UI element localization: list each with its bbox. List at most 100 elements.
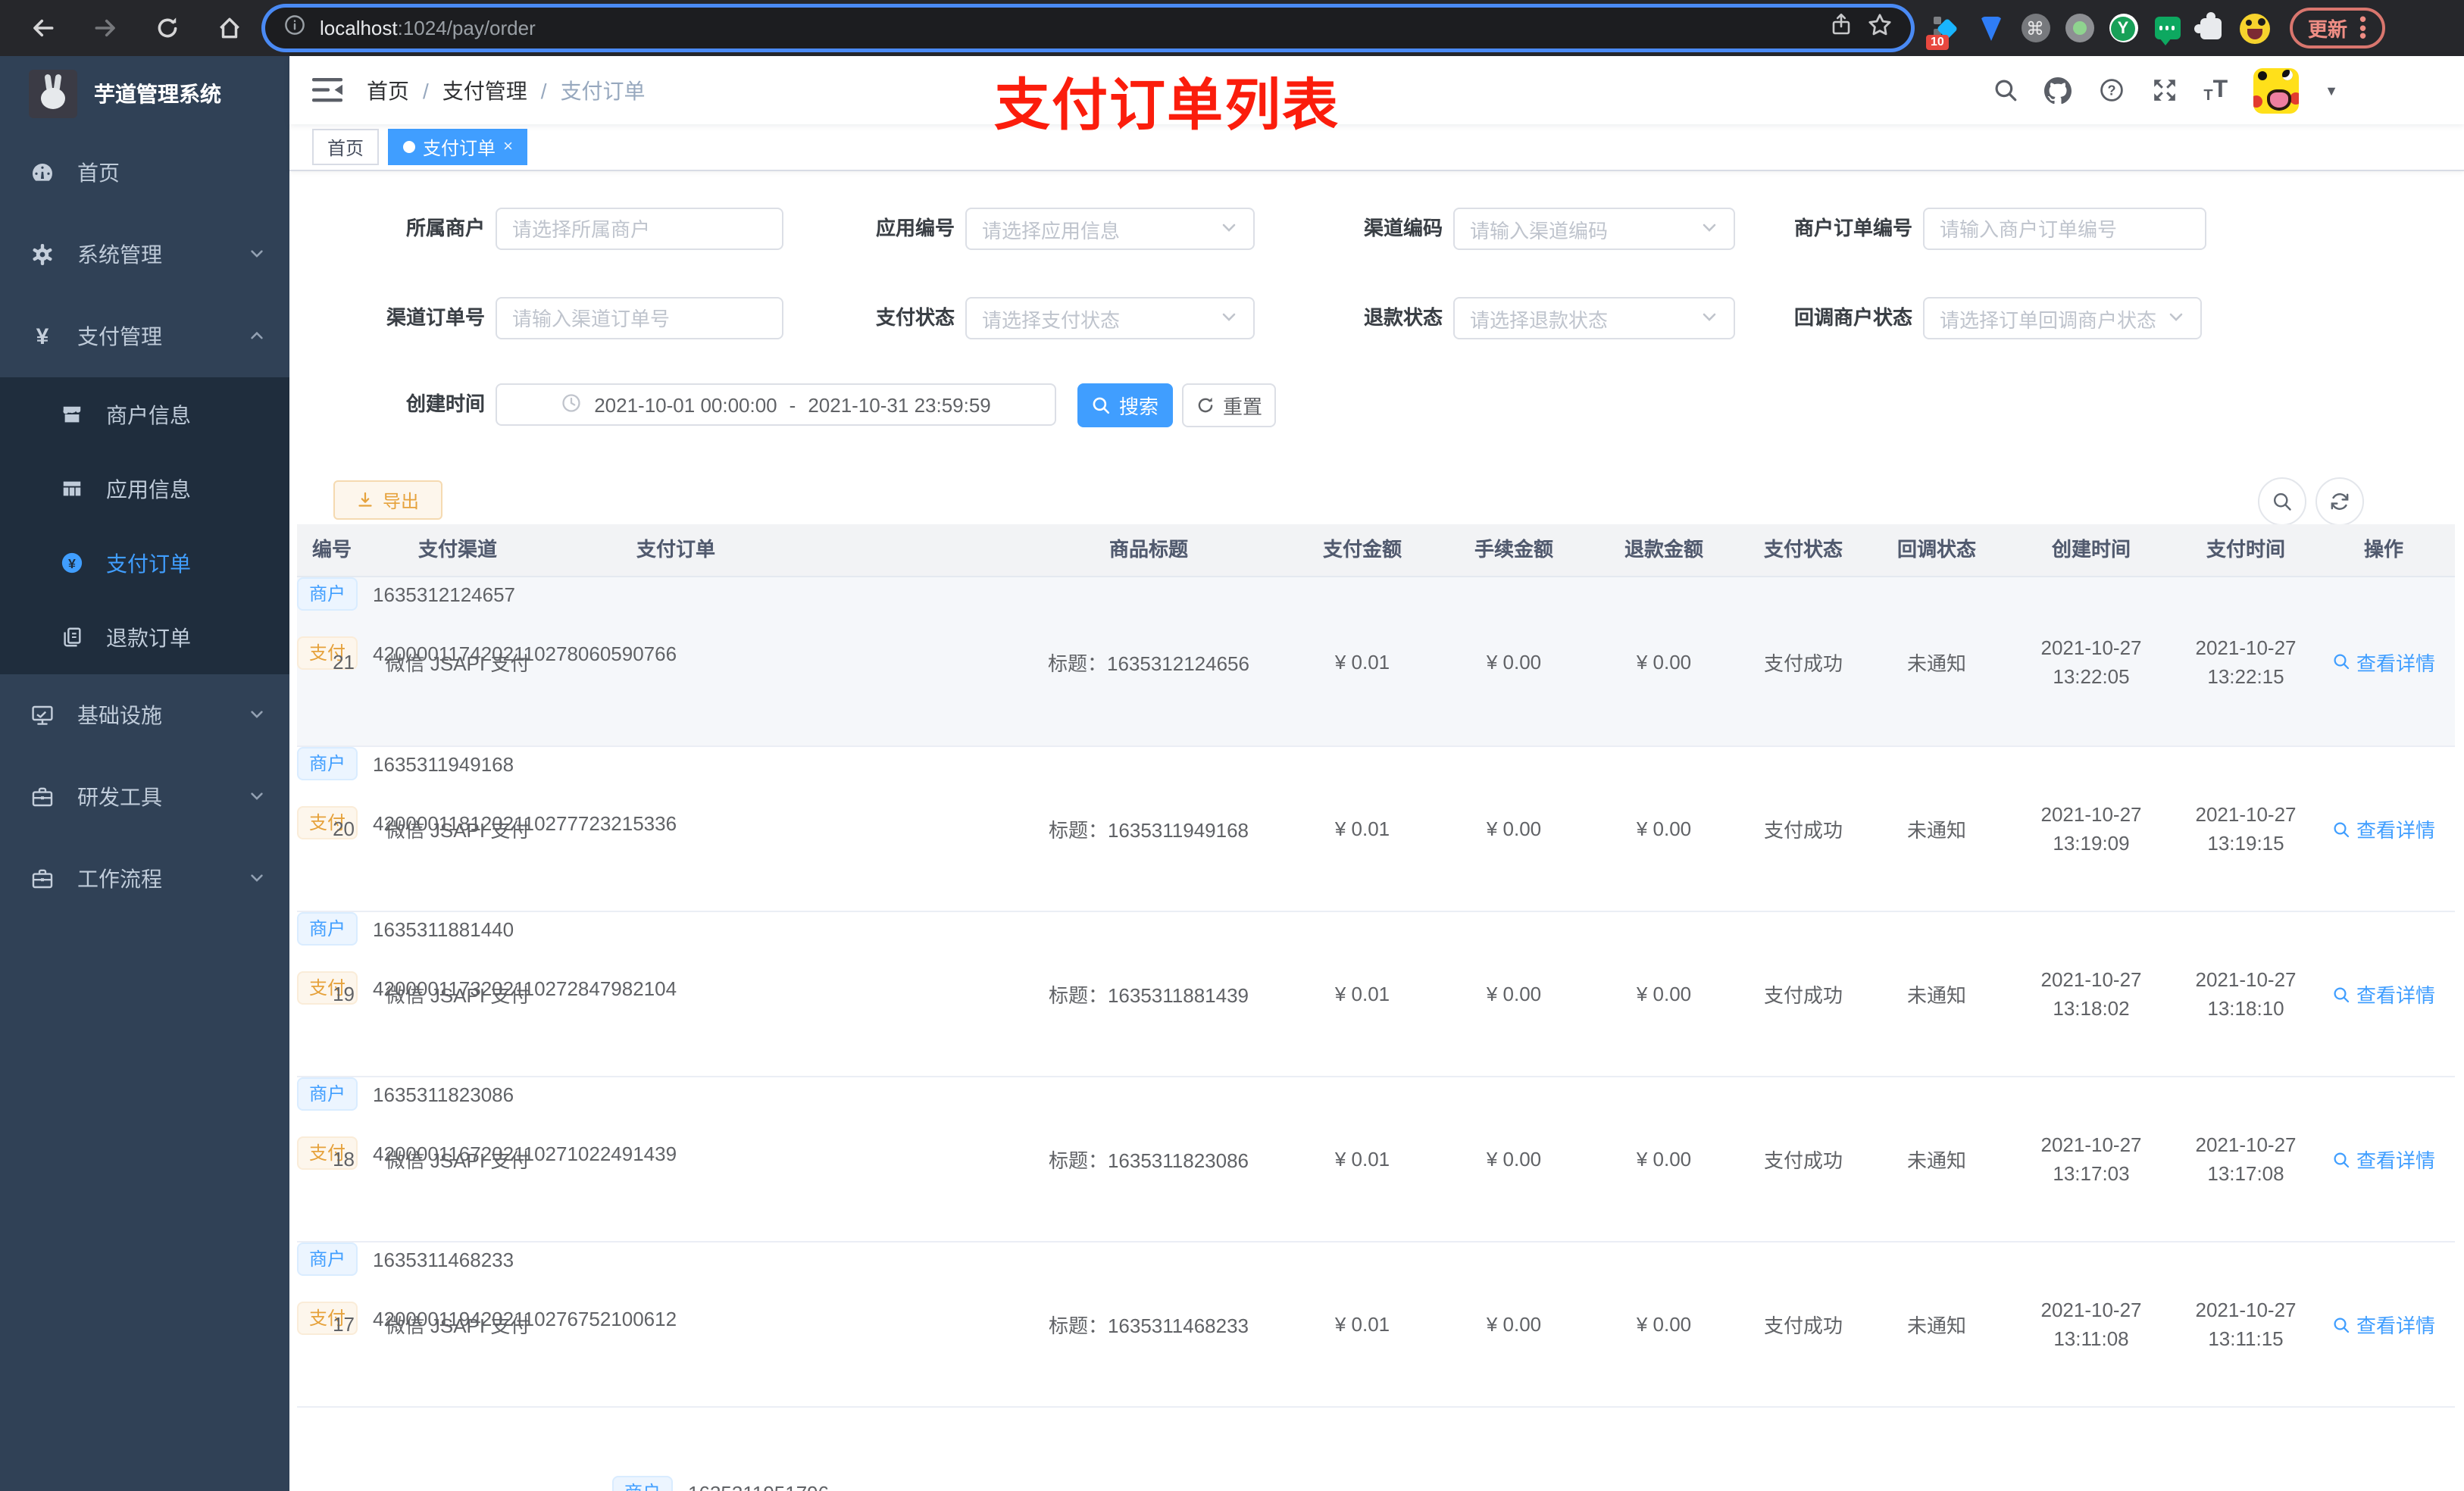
search-button[interactable]: 搜索 xyxy=(1077,383,1173,427)
chevron-up-icon xyxy=(249,324,265,349)
sidebar-item-pay-order[interactable]: ¥ 支付订单 xyxy=(0,526,289,600)
home-icon[interactable] xyxy=(214,13,244,43)
chevron-down-icon xyxy=(249,867,265,891)
table-row[interactable]: 18 微信 JSAPI 支付 商户 1635311823086 支付 42000… xyxy=(297,1077,2455,1242)
active-dot xyxy=(403,141,416,153)
sidebar-item-app-info[interactable]: 应用信息 xyxy=(0,452,289,526)
forward-icon[interactable] xyxy=(89,13,120,43)
extension-emoji-icon[interactable] xyxy=(2240,13,2270,43)
yen-icon: ¥ xyxy=(36,324,49,349)
browser-update-button[interactable]: 更新 • • • xyxy=(2290,8,2385,48)
briefcase-icon xyxy=(30,867,55,891)
app-select[interactable]: 请选择应用信息 xyxy=(965,208,1255,250)
sidebar-item-label: 支付订单 xyxy=(106,551,191,575)
extension-puzzle-icon[interactable] xyxy=(2194,11,2226,43)
export-button[interactable]: 导出 xyxy=(333,480,442,520)
user-avatar[interactable] xyxy=(2253,67,2300,113)
sidebar-item-label: 基础设施 xyxy=(77,703,162,727)
yen-circle-icon: ¥ xyxy=(61,552,83,574)
extension-balloon-icon[interactable] xyxy=(1976,13,2006,43)
magnifier-icon xyxy=(2334,1317,2350,1333)
filter-label: 渠道编码 xyxy=(1363,217,1443,239)
tag-close-icon[interactable]: × xyxy=(503,138,513,156)
documents-icon xyxy=(61,626,83,649)
table-row[interactable]: 21 微信 JSAPI 支付 商户 1635312124657 支付 42000… xyxy=(297,577,2455,747)
pay-channel: 微信 JSAPI 支付 xyxy=(385,1149,530,1172)
url-host: localhost xyxy=(320,17,398,39)
table-row[interactable]: 20 微信 JSAPI 支付 商户 1635311949168 支付 42000… xyxy=(297,747,2455,912)
fullscreen-icon[interactable] xyxy=(2150,77,2178,104)
sidebar-item-label: 首页 xyxy=(77,161,120,185)
back-icon[interactable] xyxy=(27,13,58,43)
app-title: 芋道管理系统 xyxy=(94,82,221,106)
merchant-order-no-input[interactable] xyxy=(1940,217,2190,240)
merchant-order-no: 1635311949168 xyxy=(373,752,514,775)
toggle-search-button[interactable] xyxy=(2258,477,2306,526)
order-id: 18 xyxy=(333,1148,355,1171)
sidebar-item-label: 应用信息 xyxy=(106,477,191,501)
table-row[interactable]: 17 微信 JSAPI 支付 商户 1635311468233 支付 42000… xyxy=(297,1242,2455,1408)
sidebar-item-label: 系统管理 xyxy=(77,242,162,267)
filter-label: 商户订单编号 xyxy=(1793,217,1912,239)
reload-icon[interactable] xyxy=(152,13,182,43)
top-navbar: 首页 / 支付管理 / 支付订单 支付订单列表 ? T T ▼ xyxy=(289,56,2464,136)
table-body: 21 微信 JSAPI 支付 商户 1635312124657 支付 42000… xyxy=(297,577,2455,1408)
reset-button[interactable]: 重置 xyxy=(1182,383,1276,427)
breadcrumb-payment[interactable]: 支付管理 xyxy=(442,75,527,105)
magnifier-icon xyxy=(2334,1152,2350,1167)
date-range-picker[interactable]: 2021-10-01 00:00:00 - 2021-10-31 23:59:5… xyxy=(496,383,1056,426)
merchant-order-no-field[interactable] xyxy=(1923,208,2206,250)
page-content: 所属商户 应用编号 请选择应用信息 渠道编码 请输入渠道编码 商户订单编号 xyxy=(289,171,2464,1491)
sidebar-item-infrastructure[interactable]: 基础设施 xyxy=(0,674,289,756)
refresh-button[interactable] xyxy=(2315,477,2364,526)
gear-icon xyxy=(30,242,55,267)
sidebar-item-workflow[interactable]: 工作流程 xyxy=(0,838,289,920)
extension-record-icon[interactable] xyxy=(2064,13,2094,43)
svg-text:¥: ¥ xyxy=(68,556,76,571)
magnifier-icon xyxy=(2334,654,2350,670)
url-bar[interactable]: localhost:1024/pay/order xyxy=(265,8,1911,48)
breadcrumb-current: 支付订单 xyxy=(560,78,646,102)
extension-command-icon[interactable]: ⌘ xyxy=(2020,13,2050,43)
caret-down-icon[interactable]: ▼ xyxy=(2325,83,2338,98)
extension-kite-icon[interactable]: 10 xyxy=(1926,13,1962,49)
order-id: 21 xyxy=(333,650,355,673)
app-logo xyxy=(29,70,77,118)
sidebar-item-system[interactable]: 系统管理 xyxy=(0,214,289,295)
browser-menu-icon[interactable]: • • • xyxy=(2359,9,2366,46)
github-icon[interactable] xyxy=(2044,77,2072,104)
extension-chat-icon[interactable] xyxy=(2152,13,2182,45)
sidebar-item-refund-order[interactable]: 退款订单 xyxy=(0,600,289,674)
help-icon[interactable]: ? xyxy=(2097,77,2125,104)
merchant-badge: 商户 xyxy=(612,1476,674,1491)
breadcrumb-home[interactable]: 首页 xyxy=(367,75,409,105)
pay-status-select[interactable]: 请选择支付状态 xyxy=(965,297,1255,339)
sidebar-item-home[interactable]: 首页 xyxy=(0,132,289,214)
sidebar-fold-icon[interactable] xyxy=(312,77,342,103)
sidebar-item-dev-tools[interactable]: 研发工具 xyxy=(0,756,289,838)
bookmark-star-icon[interactable] xyxy=(1867,11,1893,45)
merchant-badge: 商户 xyxy=(297,1242,358,1276)
share-icon[interactable] xyxy=(1829,12,1853,44)
view-detail-link[interactable]: 查看详情 xyxy=(2278,1310,2455,1339)
merchant-badge: 商户 xyxy=(297,912,358,946)
tag-pay-order[interactable]: 支付订单 × xyxy=(388,129,528,165)
sidebar-item-merchant-info[interactable]: 商户信息 xyxy=(0,377,289,452)
tags-view: 首页 支付订单 × xyxy=(289,124,2464,171)
search-icon[interactable] xyxy=(1991,77,2018,104)
tag-home[interactable]: 首页 xyxy=(312,129,380,165)
table-row[interactable]: 19 微信 JSAPI 支付 商户 1635311881440 支付 42000… xyxy=(297,912,2455,1077)
sidebar-item-payment[interactable]: ¥ 支付管理 xyxy=(0,295,289,377)
view-detail-link[interactable]: 查看详情 xyxy=(2278,1145,2455,1174)
grid-table-icon xyxy=(61,477,83,500)
chevron-down-icon xyxy=(2167,307,2185,330)
notify-status-select[interactable]: 请选择订单回调商户状态 xyxy=(1923,297,2202,339)
extension-y-icon[interactable]: Y xyxy=(2108,13,2138,43)
view-detail-link[interactable]: 查看详情 xyxy=(2278,647,2455,676)
filter-label: 支付状态 xyxy=(875,306,955,329)
date-end: 2021-10-31 23:59:59 xyxy=(808,393,991,416)
view-detail-link[interactable]: 查看详情 xyxy=(2278,814,2455,843)
font-size-icon[interactable]: TT xyxy=(2203,77,2228,104)
view-detail-link[interactable]: 查看详情 xyxy=(2278,980,2455,1008)
site-info-icon[interactable] xyxy=(283,13,306,43)
